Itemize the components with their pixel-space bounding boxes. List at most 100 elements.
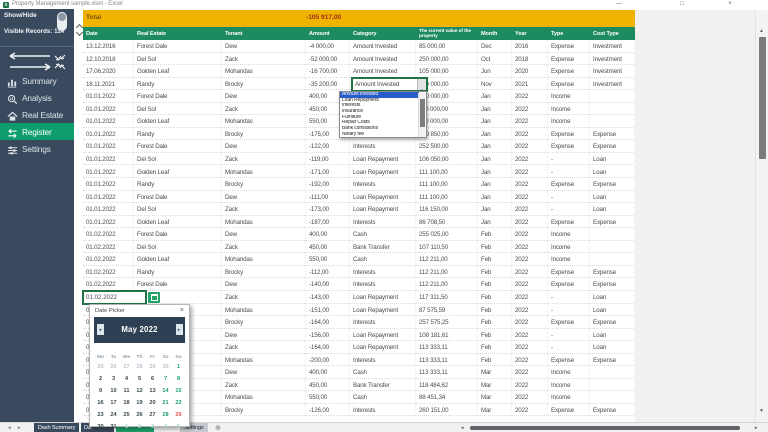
cell-date[interactable]: 01.01.2022 (83, 103, 134, 116)
cell-type[interactable]: - (548, 203, 590, 216)
calendar-day[interactable]: 3 (146, 421, 159, 432)
calendar-day[interactable]: 4 (159, 421, 172, 432)
cell-month[interactable]: Jan (478, 103, 512, 116)
cell-estate[interactable]: Randy (134, 266, 222, 279)
cell-category[interactable]: Interests (350, 140, 416, 153)
vertical-scrollbar[interactable]: ▲ ▼ (755, 10, 768, 422)
cell-category[interactable]: Interests (350, 178, 416, 191)
cell-amount[interactable]: -171,00 (306, 166, 350, 179)
cell-month[interactable]: Feb (478, 253, 512, 266)
cell-year[interactable]: 2022 (512, 140, 548, 153)
cell-cost[interactable] (590, 90, 635, 103)
cell-year[interactable]: 2022 (512, 304, 548, 317)
cell-tenant[interactable]: Mohandas (222, 115, 306, 128)
cell-amount[interactable]: 400,00 (306, 228, 350, 241)
sidebar-item-analysis[interactable]: Analysis (0, 89, 74, 106)
cell-category[interactable]: Bank Transfer (350, 379, 416, 392)
cell-category[interactable]: Interests (350, 316, 416, 329)
cell-value[interactable]: 85 000,00 (416, 40, 478, 53)
cell-year[interactable]: 2022 (512, 178, 548, 191)
cell-year[interactable]: 2022 (512, 366, 548, 379)
cell-tenant[interactable]: Zack (222, 241, 306, 254)
cell-amount[interactable]: -187,00 (306, 216, 350, 229)
category-cell-editor[interactable]: Amount Invested ▼ (351, 77, 428, 92)
cell-category[interactable]: Loan Repayment (350, 191, 416, 204)
cell-cost[interactable]: Loan (590, 203, 635, 216)
cell-tenant[interactable]: Zack (222, 341, 306, 354)
cell-cost[interactable] (590, 241, 635, 254)
cell-date[interactable]: 17.06.2020 (83, 65, 134, 78)
cell-value[interactable]: 107 110,50 (416, 241, 478, 254)
cell-date[interactable]: 01.01.2022 (83, 153, 134, 166)
cell-year[interactable]: 2022 (512, 90, 548, 103)
cell-type[interactable]: Income (548, 253, 590, 266)
cell-cost[interactable]: Expense (590, 404, 635, 417)
cell-month[interactable]: Feb (478, 341, 512, 354)
cell-value[interactable]: 252 500,00 (416, 140, 478, 153)
cell-month[interactable]: Feb (478, 354, 512, 367)
cell-year[interactable]: 2022 (512, 166, 548, 179)
cell-type[interactable]: Expense (548, 266, 590, 279)
cell-year[interactable]: 2020 (512, 65, 548, 78)
cell-amount[interactable]: -119,00 (306, 153, 350, 166)
calendar-day[interactable]: 1 (120, 421, 133, 432)
cell-amount[interactable]: -126,00 (306, 404, 350, 417)
cell-year[interactable]: 2022 (512, 228, 548, 241)
cell-estate[interactable]: Del Sol (134, 103, 222, 116)
cell-estate[interactable]: Randy (134, 78, 222, 91)
cell-month[interactable]: Feb (478, 266, 512, 279)
cell-month[interactable]: Feb (478, 228, 512, 241)
cell-type[interactable]: Income (548, 103, 590, 116)
cell-tenant[interactable]: Zack (222, 203, 306, 216)
cell-month[interactable]: Feb (478, 241, 512, 254)
cell-cost[interactable]: Loan (590, 191, 635, 204)
cell-cost[interactable] (590, 253, 635, 266)
add-sheet-icon[interactable]: ⊕ (215, 424, 221, 432)
cell-category[interactable]: Cash (350, 253, 416, 266)
cell-type[interactable]: - (548, 153, 590, 166)
cell-date[interactable]: 01.01.2022 (83, 140, 134, 153)
cell-amount[interactable]: 400,00 (306, 366, 350, 379)
cell-month[interactable]: Jan (478, 115, 512, 128)
hscroll-right-icon[interactable]: ► (754, 425, 758, 431)
cell-category[interactable]: Amount Invested (350, 53, 416, 66)
cell-amount[interactable]: -112,00 (306, 266, 350, 279)
cell-cost[interactable]: Loan (590, 166, 635, 179)
cell-estate[interactable]: Randy (134, 178, 222, 191)
cell-category[interactable]: Interests (350, 266, 416, 279)
cell-month[interactable]: Mar (478, 391, 512, 404)
cell-type[interactable]: - (548, 291, 590, 304)
cell-tenant[interactable]: Brocky (222, 128, 306, 141)
cell-month[interactable]: Mar (478, 379, 512, 392)
cell-tenant[interactable]: Mohandas (222, 216, 306, 229)
cell-month[interactable]: Feb (478, 304, 512, 317)
cell-month[interactable]: Jan (478, 153, 512, 166)
cell-type[interactable]: Expense (548, 354, 590, 367)
cell-amount[interactable]: -4 000,00 (306, 40, 350, 53)
cell-date[interactable]: 01.01.2022 (83, 191, 134, 204)
vscroll-down-icon[interactable]: ▼ (759, 408, 764, 414)
cell-year[interactable]: 2022 (512, 379, 548, 392)
cell-cost[interactable]: Loan (590, 341, 635, 354)
cell-cost[interactable] (590, 391, 635, 404)
cell-date[interactable]: 01.01.2022 (83, 128, 134, 141)
cell-date[interactable]: 01.02.2022 (83, 228, 134, 241)
cell-month[interactable]: Dec (478, 40, 512, 53)
cell-cost[interactable]: Investment (590, 40, 635, 53)
cell-value[interactable]: 87 575,59 (416, 304, 478, 317)
cell-value[interactable]: 116 150,00 (416, 203, 478, 216)
cell-cost[interactable]: Investment (590, 78, 635, 91)
cell-type[interactable]: Expense (548, 140, 590, 153)
cell-year[interactable]: 2022 (512, 291, 548, 304)
cell-category[interactable]: Interests (350, 278, 416, 291)
cell-amount[interactable]: -156,00 (306, 329, 350, 342)
cell-value[interactable]: 112 211,00 (416, 253, 478, 266)
cell-month[interactable]: Oct (478, 53, 512, 66)
cell-year[interactable]: 2022 (512, 203, 548, 216)
cell-year[interactable]: 2022 (512, 341, 548, 354)
cell-type[interactable]: Expense (548, 53, 590, 66)
cell-tenant[interactable]: Dew (222, 366, 306, 379)
cell-year[interactable]: 2022 (512, 404, 548, 417)
cell-year[interactable]: 2022 (512, 103, 548, 116)
cell-value[interactable]: 111 100,00 (416, 166, 478, 179)
